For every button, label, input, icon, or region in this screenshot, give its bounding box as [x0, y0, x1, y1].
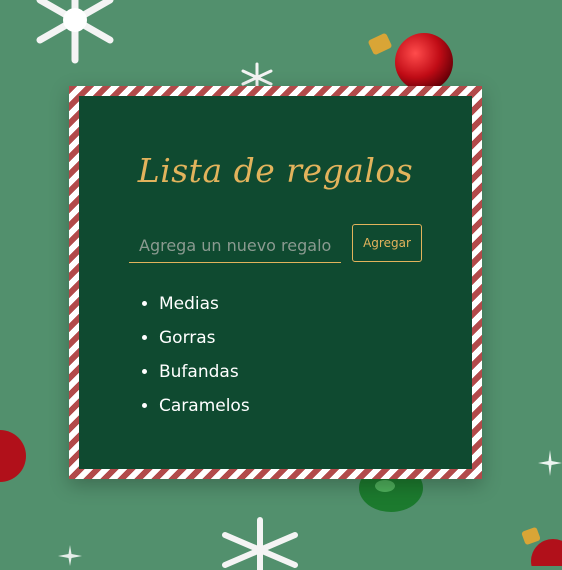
gift-list: Medias Gorras Bufandas Caramelos: [131, 292, 250, 428]
list-item: Bufandas: [159, 360, 250, 394]
snowflake-icon: [36, 0, 114, 64]
ornament-red-icon: [368, 33, 453, 91]
gift-list-card: Lista de regalos Agregar Medias Gorras B…: [69, 86, 482, 479]
ornament-green-icon: [359, 478, 423, 512]
add-gift-button[interactable]: Agregar: [352, 224, 422, 262]
card-content: Lista de regalos Agregar Medias Gorras B…: [79, 96, 472, 469]
new-gift-input[interactable]: [129, 229, 341, 263]
list-item: Caramelos: [159, 394, 250, 428]
list-item: Medias: [159, 292, 250, 326]
sparkle-icon: [58, 545, 82, 566]
sparkle-icon: [538, 450, 562, 476]
page-title: Lista de regalos: [137, 151, 414, 190]
list-item: Gorras: [159, 326, 250, 360]
ornament-red-icon: [0, 430, 26, 482]
ornament-red-icon: [521, 527, 562, 566]
snowflake-icon: [222, 517, 298, 570]
